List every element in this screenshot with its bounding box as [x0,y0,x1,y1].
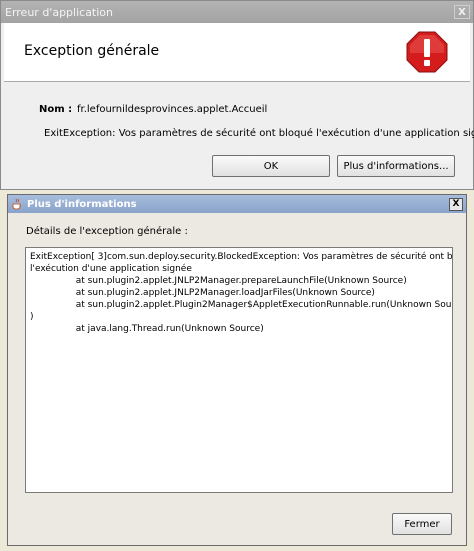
details-dialog-title: Plus d'informations [27,198,137,210]
trace-line: at sun.plugin2.applet.JNLP2Manager.prepa… [30,276,407,286]
more-info-button[interactable]: Plus d'informations... [337,155,455,177]
ok-button[interactable]: OK [212,155,330,177]
error-dialog-close-button[interactable]: X [454,5,470,19]
stack-trace-textarea[interactable]: ExitException[ 3]com.sun.deploy.security… [25,247,453,493]
error-header: Exception générale [4,23,470,82]
error-dialog-title: Erreur d'application [5,5,114,19]
close-button[interactable]: Fermer [392,513,452,535]
trace-line: at sun.plugin2.applet.JNLP2Manager.loadJ… [30,288,375,298]
trace-line: at sun.plugin2.applet.Plugin2Manager$App… [30,300,453,310]
error-dialog: Erreur d'application X Exception général… [0,0,474,190]
details-dialog: Plus d'informations X Détails de l'excep… [7,194,467,546]
trace-line: at java.lang.Thread.run(Unknown Source) [30,324,264,334]
trace-line: ) [30,312,34,322]
name-label: Nom : [39,104,73,115]
name-value: fr.lefournildesprovinces.applet.Accueil [77,104,268,115]
trace-line: l'exécution d'une application signée [30,264,192,274]
details-dialog-close-button[interactable]: X [449,197,463,211]
error-dialog-titlebar[interactable]: Erreur d'application X [1,1,473,23]
details-label: Détails de l'exception générale : [26,226,188,237]
java-cup-icon [12,198,21,210]
details-dialog-titlebar[interactable]: Plus d'informations X [8,195,466,213]
trace-line: ExitException[ 3]com.sun.deploy.security… [30,252,453,262]
error-message: ExitException: Vos paramètres de sécurit… [44,128,474,139]
error-heading: Exception générale [24,43,160,59]
stop-error-icon [406,31,448,73]
